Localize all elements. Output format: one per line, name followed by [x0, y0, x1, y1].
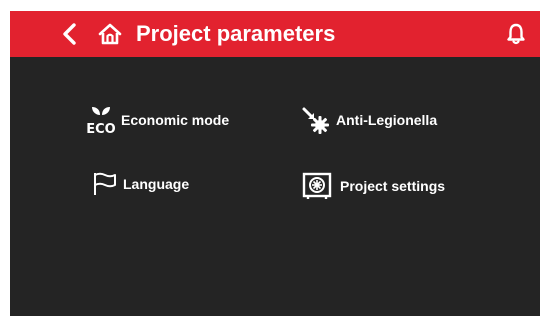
- screen: Project parameters ECO Economic mode Ant…: [10, 11, 540, 316]
- flag-icon: [92, 171, 118, 197]
- device-frame: Project parameters ECO Economic mode Ant…: [0, 0, 551, 316]
- anti-legionella-icon: [300, 105, 330, 135]
- notifications-button[interactable]: [503, 21, 529, 47]
- menu-item-label: Language: [123, 176, 190, 192]
- menu-item-language[interactable]: Language: [92, 171, 189, 197]
- home-button[interactable]: [96, 20, 124, 48]
- menu-item-label: Project settings: [340, 178, 446, 194]
- project-settings-icon: [302, 171, 332, 201]
- menu-item-project-settings[interactable]: Project settings: [302, 171, 445, 201]
- header-bar: Project parameters: [10, 11, 540, 57]
- menu-item-economic-mode[interactable]: ECO Economic mode: [86, 105, 229, 135]
- svg-text:ECO: ECO: [86, 122, 115, 135]
- back-button[interactable]: [58, 21, 82, 47]
- chevron-left-icon: [63, 23, 76, 45]
- menu-item-anti-legionella[interactable]: Anti-Legionella: [300, 105, 437, 135]
- menu-item-label: Economic mode: [121, 112, 230, 128]
- page-title: Project parameters: [136, 21, 336, 46]
- eco-icon: ECO: [86, 105, 116, 135]
- menu-item-label: Anti-Legionella: [336, 112, 438, 128]
- bell-icon: [507, 23, 525, 45]
- home-icon: [98, 23, 122, 45]
